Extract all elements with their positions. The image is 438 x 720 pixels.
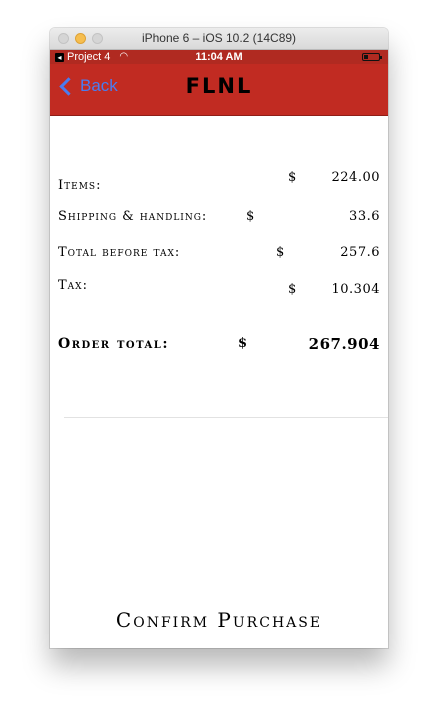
simulator-window: iPhone 6 – iOS 10.2 (14C89) ◂ Project 4 … [50,28,388,648]
shipping-row: Shipping & handling: $ 33.6 [58,209,380,229]
confirm-purchase-button[interactable]: Confirm Purchase [50,608,388,632]
tax-label: Tax: [58,278,88,293]
simulator-titlebar: iPhone 6 – iOS 10.2 (14C89) [50,28,388,50]
phone-screen: ◂ Project 4 ◠ 11:04 AM Back FLNL Items: … [50,50,388,648]
items-currency: $ [288,170,297,185]
status-bar: ◂ Project 4 ◠ 11:04 AM [50,50,388,64]
before-tax-label: Total before tax: [58,245,181,260]
order-total-value: 267.904 [308,335,380,353]
nav-title: FLNL [185,74,253,98]
tax-value: 10.304 [331,282,380,297]
order-total-label: Order total: [58,336,169,352]
shipping-currency: $ [246,209,255,224]
order-summary: Items: $ 224.00 Shipping & handling: $ 3… [50,116,388,648]
tax-row: Tax: $ 10.304 [58,278,380,304]
items-value: 224.00 [331,170,380,185]
navigation-bar: Back FLNL [50,64,388,116]
simulator-title: iPhone 6 – iOS 10.2 (14C89) [141,31,297,45]
shipping-label: Shipping & handling: [58,209,208,224]
before-tax-currency: $ [276,245,285,260]
status-time: 11:04 AM [195,51,243,63]
divider [64,417,388,418]
before-tax-value: 257.6 [340,245,380,260]
order-total-row: Order total: $ 267.904 [58,335,380,357]
items-row: Items: $ 224.00 [58,170,380,193]
shipping-value: 33.6 [349,209,380,224]
order-total-currency: $ [238,336,248,351]
before-tax-row: Total before tax: $ 257.6 [58,245,380,265]
battery-icon [362,53,382,61]
items-label: Items: [58,178,102,193]
tax-currency: $ [288,282,297,297]
